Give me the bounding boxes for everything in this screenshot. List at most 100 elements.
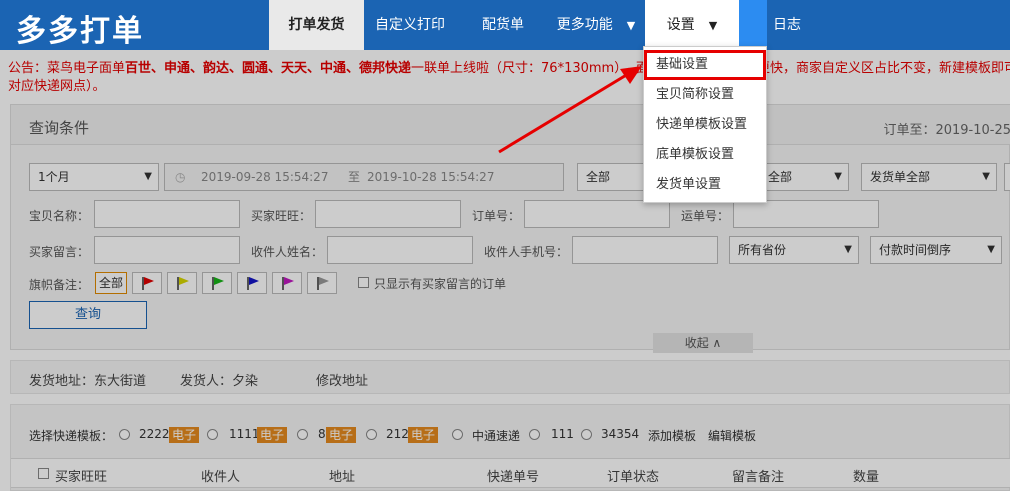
query-panel-title: 查询条件 [29,119,90,137]
template-radio[interactable] [581,429,592,440]
flag-filter-purple[interactable] [272,272,302,294]
flag-filter-red[interactable] [132,272,162,294]
column-header[interactable]: 买家旺旺 [55,466,107,485]
template-section: 选择快递模板： 2222 电子 1111 电子 8 电子 212 电子 中通速递… [10,404,1010,491]
query-button[interactable]: 查询 [29,301,147,329]
column-header[interactable]: 订单状态 [607,466,659,485]
sort-select-value: 付款时间倒序 [879,243,952,257]
nav-tab-label: 配货单 [482,17,524,33]
template-name: 中通速递 [472,429,521,443]
yellow-flag-icon [177,277,189,290]
announcement-bar: 公告：菜鸟电子面单百世、申通、韵达、圆通、天天、中通、德邦快递一联单上线啦（尺寸… [0,50,1010,98]
flag-filter-green[interactable] [202,272,232,294]
template-radio[interactable] [529,429,540,440]
receiver-name-input[interactable] [327,236,473,264]
notice-middle: 一联单上线啦（尺寸：76*130mm）- 面 [411,61,650,76]
purple-flag-icon [282,277,294,290]
template-radio[interactable] [297,429,308,440]
menu-item-item-alias-settings[interactable]: 宝贝简称设置 [644,80,766,110]
receiver-phone-label: 收件人手机号： [484,245,569,259]
ship-address: 发货地址：东大街道 [29,374,147,389]
chevron-down-icon: ▼ [626,19,636,32]
template-radio[interactable] [207,429,218,440]
template-radio[interactable] [452,429,463,440]
type-select[interactable]: 全部 ▼ [757,163,849,191]
receiver-phone-input[interactable] [572,236,718,264]
flag-filter-yellow[interactable] [167,272,197,294]
template-name: 8 [318,427,326,441]
select-all-checkbox[interactable] [38,468,49,479]
menu-item-invoice-settings[interactable]: 发货单设置 [644,170,766,200]
flag-filter-all[interactable]: 全部 [95,272,127,294]
flag-filter-blue[interactable] [237,272,267,294]
edit-template-link[interactable]: 编辑模板 [708,427,756,444]
settings-dropdown-menu: 基础设置 宝贝简称设置 快递单模板设置 底单模板设置 发货单设置 [643,46,767,203]
red-flag-icon [142,277,154,290]
blue-flag-icon [247,277,259,290]
template-radio[interactable] [366,429,377,440]
sort-select[interactable]: 付款时间倒序 ▼ [870,236,1002,264]
template-radio[interactable] [119,429,130,440]
only-msg-checkbox[interactable] [358,277,369,288]
period-select[interactable]: 1个月 ▼ [29,163,159,191]
nav-tab-settings[interactable]: 设置 ▼ [645,0,739,50]
template-name: 212 [386,427,409,441]
green-flag-icon [212,277,224,290]
nav-tab-picking-list[interactable]: 配货单 [467,0,539,50]
column-header[interactable]: 快递单号 [487,466,539,485]
template-name: 1111 [229,427,260,441]
electronic-tag: 电子 [408,427,439,443]
flag-filter-gray[interactable] [307,272,337,294]
type-select-value: 全部 [768,170,793,184]
nav-tab-label: 打单发货 [288,17,345,33]
nav-tab-custom-print[interactable]: 自定义打印 [364,0,456,50]
template-name: 34354 [601,427,640,441]
collapse-toggle[interactable]: 收起 ∧ [653,333,753,353]
column-header[interactable]: 地址 [329,466,355,485]
column-header[interactable]: 数量 [853,466,879,485]
buyer-msg-input[interactable] [94,236,240,264]
sender: 发货人：夕染 [180,374,259,389]
notice-line2: 对应快递网点）。 [8,79,106,94]
nav-tab-more[interactable]: 更多功能 ▼ [550,0,642,50]
status-select[interactable]: 全部 [577,163,651,191]
nav-tab-log[interactable]: 日志 [767,0,807,50]
template-name: 2222 [139,427,170,441]
notice-prefix: 公告：菜鸟电子面单 [8,61,126,76]
date-from: 2019-09-28 15:54:27 [201,170,329,184]
order-no-input[interactable] [524,200,670,228]
notice-tail: 更快，商家自定义区占比不变，新建模板即可使用（需 [757,61,1010,76]
date-range-input[interactable]: ◷ 2019-09-28 15:54:27 至 2019-10-28 15:54… [164,163,564,191]
column-header[interactable]: 收件人 [201,466,240,485]
gray-flag-icon [317,277,329,290]
chevron-down-icon: ▼ [987,244,995,255]
electronic-tag: 电子 [326,427,357,443]
clock-icon: ◷ [175,170,186,184]
chevron-down-icon: ▼ [982,171,990,182]
edit-address-link[interactable]: 修改地址 [316,370,368,389]
app-logo: 多多打单 [16,14,144,49]
status-select-value: 全部 [586,170,611,184]
buyer-msg-label: 买家留言： [29,245,90,259]
add-template-link[interactable]: 添加模板 [648,427,696,444]
menu-item-basic-settings[interactable]: 基础设置 [644,50,766,80]
menu-item-waybill-template-settings[interactable]: 快递单模板设置 [644,110,766,140]
buyer-id-input[interactable] [315,200,461,228]
period-select-value: 1个月 [38,170,70,184]
order-no-label: 订单号： [472,209,521,223]
column-header[interactable]: 留言备注 [732,466,784,485]
waybill-no-input[interactable] [733,200,879,228]
extra-select[interactable] [1004,163,1010,191]
ship-order-select[interactable]: 发货单全部 ▼ [861,163,997,191]
query-panel-header: 查询条件 订单至：2019-10-25 [11,105,1010,145]
item-name-input[interactable] [94,200,240,228]
province-select[interactable]: 所有省份 ▼ [729,236,859,264]
electronic-tag: 电子 [169,427,200,443]
ship-address-bar: 发货地址：东大街道 发货人：夕染 修改地址 [10,360,1010,394]
flag-note-label: 旗帜备注： [29,278,90,292]
only-msg-label: 只显示有买家留言的订单 [374,277,507,291]
menu-item-stub-template-settings[interactable]: 底单模板设置 [644,140,766,170]
nav-tab-print-ship[interactable]: 打单发货 [269,0,364,50]
waybill-no-label: 运单号： [681,209,730,223]
template-name: 111 [551,427,574,441]
